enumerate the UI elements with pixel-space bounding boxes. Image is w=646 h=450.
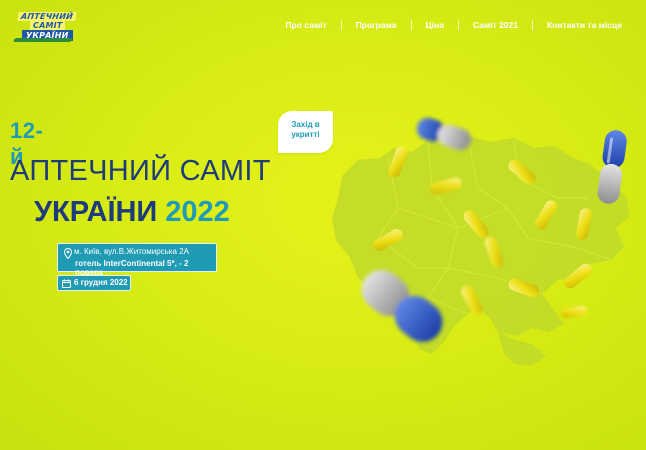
location-pin-icon [64, 248, 72, 259]
hero-year: 2022 [165, 196, 230, 228]
hero-title-line2: УКРАЇНИ 2022 [34, 196, 230, 229]
ukraine-map-shape [332, 136, 630, 354]
summit-logo[interactable]: АПТЕЧНИЙ САМІТ УКРАЇНИ [12, 10, 77, 44]
logo-line2: САМІТ [30, 21, 66, 30]
nav-program[interactable]: Програма [342, 20, 411, 30]
nav-menu: Про саміт Програма Ціна Саміт 2021 Конта… [271, 20, 636, 30]
date-badge: 6 грудня 2022 [57, 275, 131, 291]
nav-about[interactable]: Про саміт [271, 20, 340, 30]
location-badge: м. Київ, вул.В.Житомирська 2А готель Int… [57, 243, 217, 277]
event-date: 6 грудня 2022 [74, 278, 128, 287]
nav-summit-2021[interactable]: Саміт 2021 [459, 20, 532, 30]
crimea-shape [498, 332, 546, 366]
calendar-icon [62, 279, 71, 288]
ukraine-map [332, 136, 630, 366]
nav-contacts[interactable]: Контакти та місце [533, 20, 636, 30]
shelter-badge: Захід в укритті [278, 111, 333, 153]
logo-swoosh [12, 38, 74, 42]
nav-price[interactable]: Ціна [412, 20, 458, 30]
hero-title-line1: АПТЕЧНИЙ САМІТ [10, 155, 271, 187]
logo-line1: АПТЕЧНИЙ [17, 12, 77, 21]
hero-title-word: УКРАЇНИ [34, 196, 158, 228]
top-navigation: АПТЕЧНИЙ САМІТ УКРАЇНИ Про саміт Програм… [0, 0, 646, 50]
address-line1: м. Київ, вул.В.Житомирська 2А [74, 247, 189, 256]
